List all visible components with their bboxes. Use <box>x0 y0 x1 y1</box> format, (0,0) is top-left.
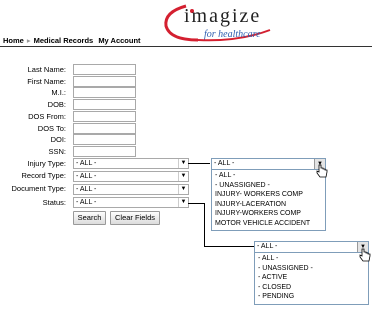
dropdown-option[interactable]: INJURY-LACERATION <box>212 200 325 210</box>
dropdown-option[interactable]: INJURY-WORKERS COMP <box>212 209 325 219</box>
status-dropdown[interactable]: - ALL - ▼ - ALL -- UNASSIGNED -- ACTIVE -… <box>254 241 369 305</box>
dropdown-option[interactable]: - CLOSED <box>255 283 368 293</box>
last-name-input[interactable] <box>73 64 136 75</box>
dropdown-option[interactable]: - PENDING <box>255 292 368 302</box>
hand-cursor-icon <box>359 248 371 262</box>
last-name-label: Last Name: <box>27 65 66 74</box>
status-connector-line-vertical <box>204 203 205 247</box>
mi-label: M.I.: <box>51 88 66 97</box>
injury-dropdown-header[interactable]: - ALL - ▼ <box>212 159 325 170</box>
dropdown-option[interactable]: INJURY- WORKERS COMP <box>212 190 325 200</box>
dropdown-option[interactable]: - ALL - <box>255 254 368 264</box>
dropdown-option[interactable]: - UNASSIGNED - <box>212 181 325 191</box>
injury-type-select[interactable]: - ALL - ▼ <box>73 158 189 169</box>
status-connector-line <box>188 203 205 204</box>
clear-fields-button[interactable]: Clear Fields <box>110 211 160 225</box>
dos-to-input[interactable] <box>73 123 136 134</box>
dob-label: DOB: <box>47 100 66 109</box>
dos-from-label: DOS From: <box>28 112 66 121</box>
nav-divider <box>0 46 372 47</box>
nav-my-account[interactable]: My Account <box>98 36 140 45</box>
mi-input[interactable] <box>73 87 136 98</box>
ssn-input[interactable] <box>73 146 136 157</box>
status-select[interactable]: - ALL - ▼ <box>73 197 189 208</box>
nav-separator-icon: ▸ <box>26 36 31 45</box>
document-type-value: - ALL - <box>76 186 97 193</box>
hand-cursor-icon <box>316 164 328 178</box>
injury-type-value: - ALL - <box>76 160 97 167</box>
brand-name: imagize <box>184 5 262 27</box>
dropdown-option[interactable]: MOTOR VEHICLE ACCIDENT <box>212 219 325 229</box>
doi-input[interactable] <box>73 134 136 145</box>
status-dropdown-selected: - ALL - <box>257 243 278 250</box>
injury-connector-line <box>188 163 210 164</box>
nav-medical-records[interactable]: Medical Records <box>34 36 94 45</box>
chevron-down-icon[interactable]: ▼ <box>178 159 188 168</box>
record-type-label: Record Type: <box>21 171 66 180</box>
chevron-down-icon[interactable]: ▼ <box>178 172 188 181</box>
nav-home[interactable]: Home <box>3 36 24 45</box>
document-type-label: Document Type: <box>11 184 66 193</box>
first-name-label: First Name: <box>27 77 66 86</box>
chevron-down-icon[interactable]: ▼ <box>178 198 188 207</box>
status-connector-line-horizontal <box>204 246 254 247</box>
status-dropdown-header[interactable]: - ALL - ▼ <box>255 242 368 253</box>
search-button[interactable]: Search <box>73 211 106 225</box>
dos-from-input[interactable] <box>73 111 136 122</box>
imagize-logo: imagize for healthcare <box>158 2 298 46</box>
dropdown-option[interactable]: - ACTIVE <box>255 273 368 283</box>
dos-to-label: DOS To: <box>37 124 66 133</box>
dob-input[interactable] <box>73 99 136 110</box>
doi-label: DOI: <box>50 135 66 144</box>
brand-tagline: for healthcare <box>204 29 261 40</box>
ssn-label: SSN: <box>48 147 66 156</box>
document-type-select[interactable]: - ALL - ▼ <box>73 184 189 195</box>
dropdown-option[interactable]: - UNASSIGNED - <box>255 264 368 274</box>
status-label: Status: <box>42 198 66 207</box>
chevron-down-icon[interactable]: ▼ <box>178 185 188 194</box>
injury-dropdown-selected: - ALL - <box>214 160 235 167</box>
main-nav: Home ▸ Medical Records My Account <box>3 36 144 45</box>
first-name-input[interactable] <box>73 76 136 87</box>
dropdown-option[interactable]: - ALL - <box>212 171 325 181</box>
injury-type-dropdown[interactable]: - ALL - ▼ - ALL -- UNASSIGNED - INJURY- W… <box>211 158 326 231</box>
record-type-value: - ALL - <box>76 173 97 180</box>
injury-type-label: Injury Type: <box>27 159 66 168</box>
status-value: - ALL - <box>76 199 97 206</box>
record-type-select[interactable]: - ALL - ▼ <box>73 171 189 182</box>
